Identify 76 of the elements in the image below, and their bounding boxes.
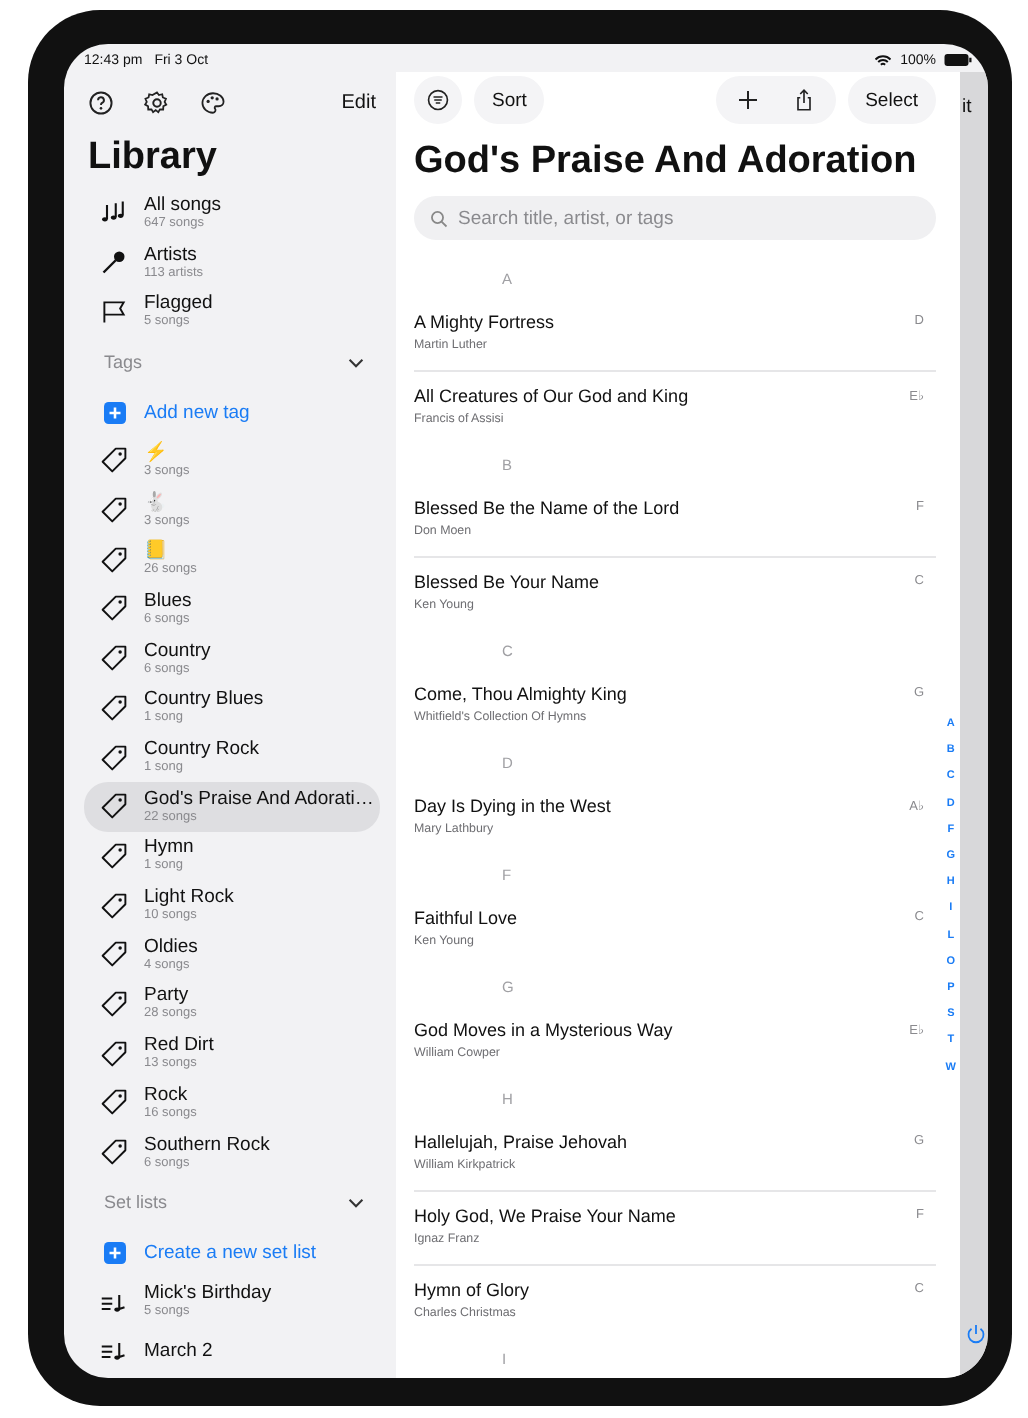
song-title: Day Is Dying in the West (414, 796, 611, 816)
song-title: Come, Thou Almighty King (414, 684, 627, 704)
chevron-icon[interactable] (348, 1197, 364, 1208)
battery-icon (944, 54, 972, 66)
set-list-title: March 2 (144, 1339, 213, 1362)
tag-icon (100, 545, 128, 574)
tag-icon (100, 891, 128, 920)
add-icon[interactable] (735, 88, 760, 112)
wifi-icon (874, 53, 893, 67)
menu-button[interactable] (414, 76, 462, 124)
tag-name: Country Rock (144, 738, 260, 761)
tag-icon (100, 989, 128, 1018)
tag-icon (100, 1088, 128, 1117)
page-title: God's Praise And Adoration (414, 140, 919, 184)
tags-heading: Tags (104, 352, 143, 373)
tag-name: Party (144, 984, 191, 1007)
plus-square-icon (104, 1241, 126, 1264)
tag-icon (100, 1039, 128, 1068)
create-set-list-link[interactable]: Create a new set list (88, 1228, 376, 1277)
share-icon[interactable] (791, 88, 816, 112)
library-item-title: Flagged (144, 292, 213, 315)
song-title: Blessed Be the Name of the Lord (414, 498, 680, 518)
song-title: Hallelujah, Praise Jehovah (414, 1132, 628, 1152)
set-list-item[interactable]: March 2 (84, 1326, 380, 1376)
tag-name: ⚡ (144, 441, 170, 464)
edge-button[interactable]: it (960, 96, 972, 118)
plus-square-icon (104, 401, 126, 424)
tag-icon (100, 496, 128, 525)
library-item-title: All songs (144, 193, 222, 216)
select-button[interactable]: Select (847, 76, 936, 124)
sidebar-title: Library (88, 136, 219, 180)
palette-icon[interactable] (200, 89, 226, 115)
tag-name: Blues (144, 589, 192, 612)
tag-name: Country (144, 639, 211, 662)
song-title: God Moves in a Mysterious Way (414, 1020, 673, 1040)
music-notes-icon (100, 198, 128, 227)
tag-name: 📒 (144, 540, 170, 563)
song-title: All Creatures of Our God and King (414, 386, 689, 406)
search-field[interactable]: Search title, artist, or tags (414, 196, 936, 240)
song-title: Faithful Love (414, 908, 518, 928)
song-title: Blessed Be Your Name (414, 572, 600, 592)
tag-name: Rock (144, 1083, 190, 1106)
add-tag-link[interactable]: Add new tag (88, 388, 376, 437)
tag-name: Light Rock (144, 886, 234, 909)
song-title: A Mighty Fortress (414, 312, 555, 332)
tag-name: Red Dirt (144, 1034, 214, 1057)
tag-icon (100, 594, 128, 623)
set-lists-heading: Set lists (104, 1192, 168, 1213)
tag-name: Oldies (144, 935, 198, 958)
tag-icon (100, 693, 128, 722)
flag-icon (100, 297, 128, 326)
library-item-title: Artists (144, 243, 199, 266)
tag-name: Southern Rock (144, 1133, 270, 1156)
tag-icon (100, 841, 128, 870)
search-icon (430, 209, 448, 227)
tag-name: Country Blues (144, 688, 264, 711)
tag-name: 🐇 (144, 491, 170, 514)
tag-icon (100, 1138, 128, 1167)
tag-name: God's Praise And Adorati… (144, 787, 374, 810)
set-list-title: Mick's Birthday (144, 1282, 272, 1305)
chevron-icon[interactable] (348, 357, 364, 368)
help-icon[interactable] (88, 89, 114, 115)
tag-icon (100, 940, 128, 969)
power-icon[interactable] (964, 1322, 988, 1346)
sort-button[interactable]: Sort (474, 76, 545, 124)
settings-icon[interactable] (144, 89, 170, 115)
menu-icon (426, 88, 450, 112)
tag-icon (100, 743, 128, 772)
tag-icon (100, 644, 128, 673)
edit-button[interactable]: Edit (341, 91, 376, 113)
song-title: Hymn of Glory (414, 1280, 530, 1300)
tag-icon (100, 792, 128, 821)
tag-icon (100, 446, 128, 475)
song-title: Holy God, We Praise Your Name (414, 1206, 676, 1226)
microphone-icon (100, 248, 128, 277)
tag-name: Hymn (144, 836, 194, 859)
